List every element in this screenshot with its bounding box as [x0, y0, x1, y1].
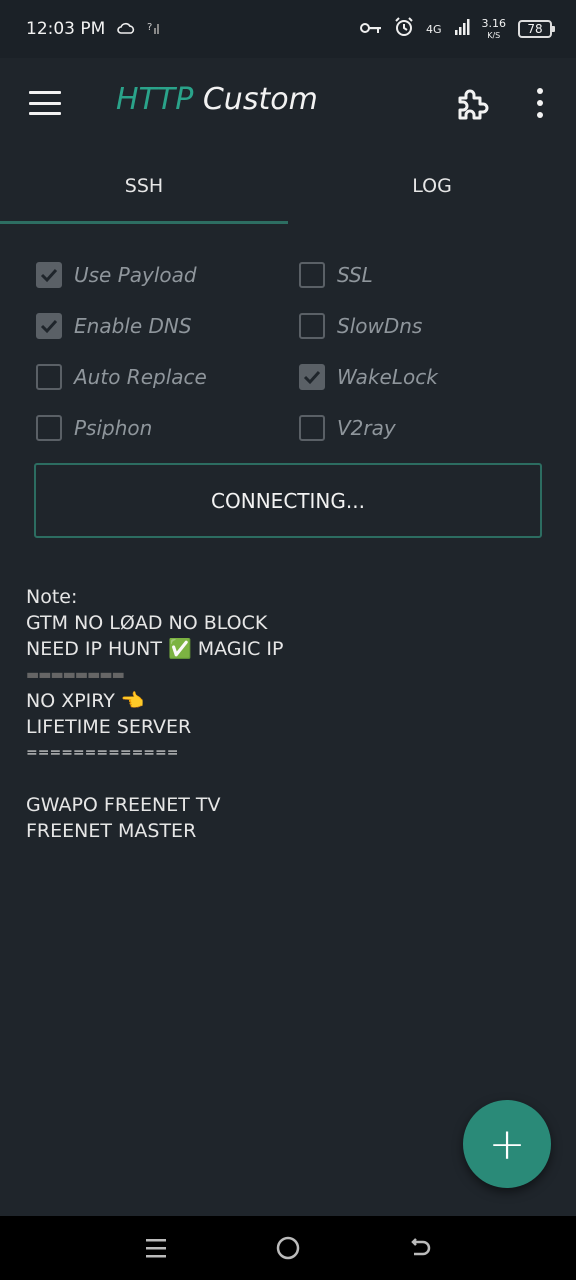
- system-nav-bar: [0, 1216, 576, 1280]
- status-left: 12:03 PM ?: [26, 19, 161, 39]
- use-payload-checkbox[interactable]: [36, 262, 62, 288]
- use-payload-label: Use Payload: [74, 263, 197, 287]
- tab-ssh[interactable]: SSH: [0, 148, 288, 224]
- cloud-icon: [117, 19, 135, 39]
- note-line: =============: [26, 745, 179, 761]
- note-line: ▬▬▬▬▬▬▬▬: [26, 667, 125, 683]
- v2ray-checkbox[interactable]: [299, 415, 325, 441]
- tab-ssh-label: SSH: [124, 175, 164, 197]
- note-line: NEED IP HUNT ✅ MAGIC IP: [26, 638, 284, 660]
- more-vert-icon[interactable]: [530, 88, 550, 118]
- status-time: 12:03 PM: [26, 19, 106, 39]
- psiphon-checkbox[interactable]: [36, 415, 62, 441]
- option-psiphon[interactable]: Psiphon: [36, 415, 152, 441]
- option-wakelock[interactable]: WakeLock: [299, 364, 438, 390]
- option-enable-dns[interactable]: Enable DNS: [36, 313, 192, 339]
- option-v2ray[interactable]: V2ray: [299, 415, 396, 441]
- note-line: LIFETIME SERVER: [26, 716, 192, 738]
- vpn-key-icon: [359, 19, 382, 39]
- wakelock-label: WakeLock: [337, 365, 438, 389]
- tab-bar: SSH LOG: [0, 148, 576, 224]
- tab-log[interactable]: LOG: [288, 148, 576, 224]
- tab-log-label: LOG: [412, 175, 452, 197]
- status-right: 4G 3.16 K/S 78: [359, 16, 555, 42]
- connect-button[interactable]: CONNECTING...: [34, 463, 542, 538]
- hamburger-icon[interactable]: [29, 91, 61, 115]
- auto-replace-checkbox[interactable]: [36, 364, 62, 390]
- home-circle-icon[interactable]: [268, 1228, 308, 1268]
- add-fab-button[interactable]: +: [463, 1100, 551, 1188]
- app-title: HTTP Custom: [116, 82, 318, 117]
- battery-indicator: 78: [518, 20, 555, 38]
- option-use-payload[interactable]: Use Payload: [36, 262, 197, 288]
- svg-text:?: ?: [147, 22, 152, 33]
- option-auto-replace[interactable]: Auto Replace: [36, 364, 207, 390]
- network-speed: 3.16 K/S: [482, 18, 507, 41]
- signal-icon: [454, 18, 470, 40]
- enable-dns-label: Enable DNS: [74, 314, 192, 338]
- app-title-custom: Custom: [202, 82, 318, 117]
- note-line: NO XPIRY 👈: [26, 690, 145, 712]
- note-line: [26, 766, 546, 792]
- puzzle-icon[interactable]: [455, 86, 491, 122]
- note-line: FREENET MASTER: [26, 820, 197, 842]
- slowdns-label: SlowDns: [337, 314, 423, 338]
- plus-icon: +: [488, 1118, 526, 1170]
- note-line: Note:: [26, 586, 78, 608]
- option-slowdns[interactable]: SlowDns: [299, 313, 422, 339]
- option-ssl[interactable]: SSL: [299, 262, 373, 288]
- ssl-label: SSL: [337, 263, 373, 287]
- recents-menu-icon[interactable]: [136, 1228, 176, 1268]
- status-bar: 12:03 PM ? 4G 3.16 K/S 78: [0, 0, 576, 58]
- alarm-icon: [394, 16, 414, 42]
- app-bar: HTTP Custom: [0, 58, 576, 148]
- back-icon[interactable]: [400, 1228, 440, 1268]
- enable-dns-checkbox[interactable]: [36, 313, 62, 339]
- speed-value: 3.16: [481, 16, 507, 30]
- speed-unit: K/S: [487, 30, 501, 40]
- note-text: Note: GTM NO LØAD NO BLOCK NEED IP HUNT …: [26, 584, 546, 844]
- auto-replace-label: Auto Replace: [74, 365, 207, 389]
- wakelock-checkbox[interactable]: [299, 364, 325, 390]
- app-title-http: HTTP: [116, 82, 194, 117]
- v2ray-label: V2ray: [337, 416, 396, 440]
- network-type: 4G: [425, 22, 442, 36]
- connect-button-label: CONNECTING...: [211, 488, 365, 513]
- no-signal-icon: ?: [147, 19, 161, 39]
- slowdns-checkbox[interactable]: [299, 313, 325, 339]
- note-line: GTM NO LØAD NO BLOCK: [26, 612, 268, 634]
- psiphon-label: Psiphon: [74, 416, 153, 440]
- note-line: GWAPO FREENET TV: [26, 794, 221, 816]
- ssl-checkbox[interactable]: [299, 262, 325, 288]
